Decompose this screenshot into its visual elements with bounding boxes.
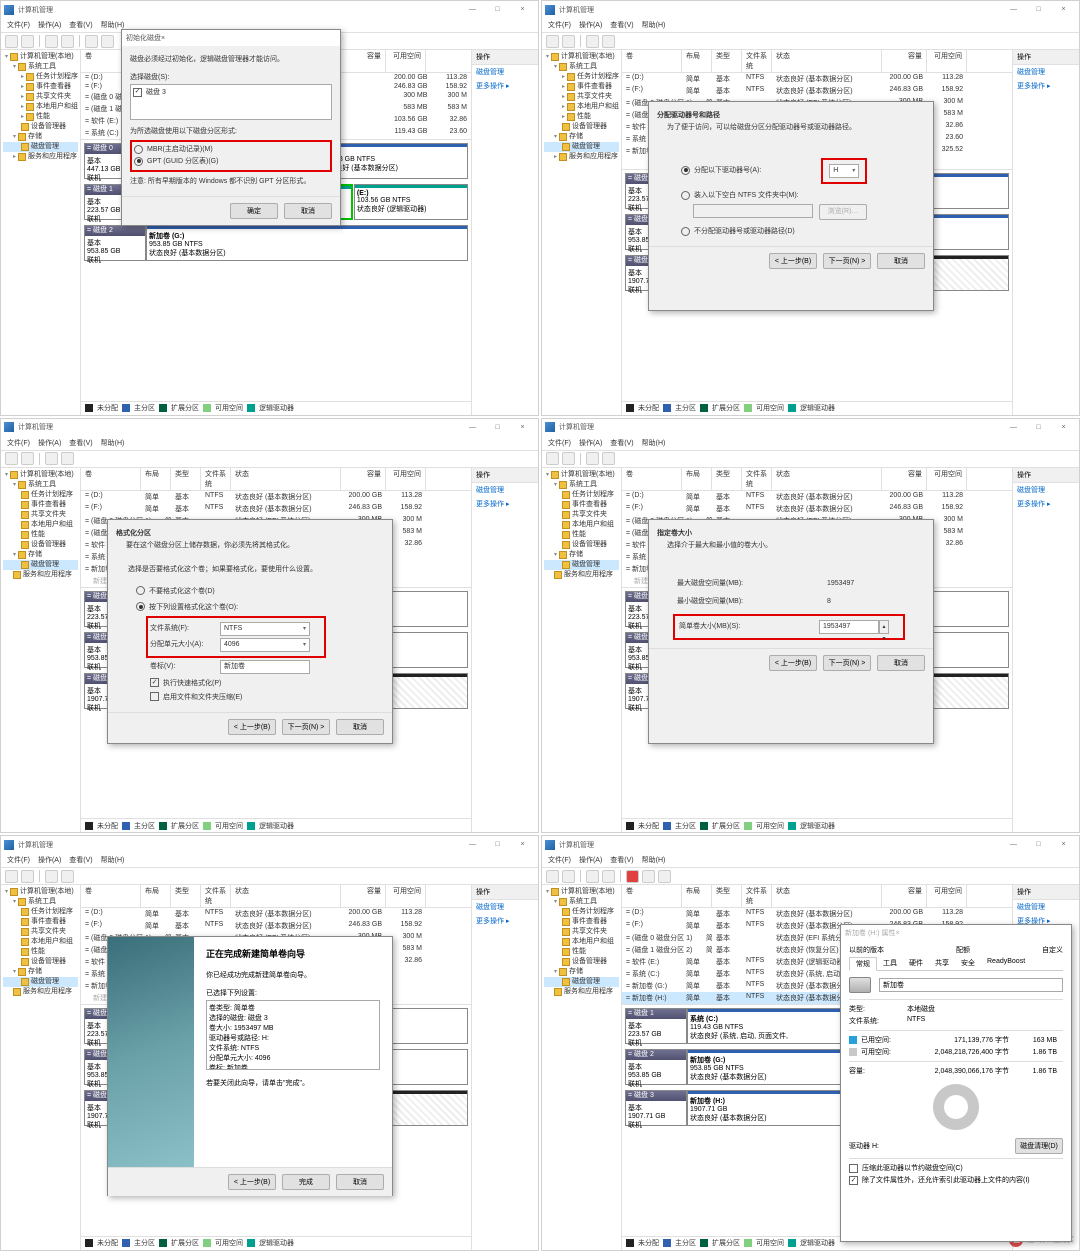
window-title: 计算机管理 xyxy=(18,5,53,15)
drive-icon xyxy=(849,977,871,993)
cancel-button[interactable]: 取消 xyxy=(877,253,925,269)
init-disk-dialog: 初始化磁盘× 磁盘必须经过初始化，逻辑磁盘管理器才能访问。 选择磁盘(S): 磁… xyxy=(121,29,341,226)
action-disk-mgmt[interactable]: 磁盘管理 xyxy=(472,65,538,79)
back-button[interactable]: < 上一步(B) xyxy=(769,253,817,269)
letter-highlight: H xyxy=(821,158,867,184)
cleanup-button[interactable]: 磁盘清理(D) xyxy=(1015,1138,1063,1154)
fs-select[interactable]: NTFS xyxy=(220,622,310,636)
close-icon[interactable]: × xyxy=(161,35,165,42)
tab-readyboost[interactable]: ReadyBoost xyxy=(981,957,1031,970)
volume-name-input[interactable]: 新加卷 xyxy=(879,978,1063,992)
max-button[interactable]: □ xyxy=(485,2,510,17)
partition-style-highlight: MBR(主启动记录)(M) GPT (GUID 分区表)(G) xyxy=(130,140,332,172)
compress-checkbox[interactable]: 启用文件和文件夹压缩(E) xyxy=(150,692,384,704)
radio-mbr[interactable]: MBR(主启动记录)(M) xyxy=(134,144,328,156)
ok-button[interactable]: 确定 xyxy=(230,203,278,219)
tab-quota[interactable]: 配额 xyxy=(956,945,970,955)
tree-disk-management[interactable]: 磁盘管理 xyxy=(3,142,78,152)
tool-b-icon[interactable] xyxy=(101,35,114,48)
radio-no-letter[interactable]: 不分配驱动器号或驱动器路径(D) xyxy=(681,226,925,238)
tool-a-icon[interactable] xyxy=(85,35,98,48)
summary-list[interactable]: 卷类型: 简单卷选择的磁盘: 磁盘 3卷大小: 1953497 MB驱动器号或路… xyxy=(206,1000,380,1070)
spin-up-icon[interactable]: ▲ xyxy=(880,621,888,633)
size-dialog: 指定卷大小 选择介于最大和最小值的卷大小。 最大磁盘空间量(MB):195349… xyxy=(648,519,934,744)
compress-checkbox[interactable]: 压缩此驱动器以节约磁盘空间(C) xyxy=(849,1163,1063,1173)
min-button[interactable]: — xyxy=(460,2,485,17)
completing-dialog: 正在完成新建简单卷向导 你已经成功完成新建简单卷向导。 已选择下列设置: 卷类型… xyxy=(107,936,393,1196)
radio-gpt[interactable]: GPT (GUID 分区表)(G) xyxy=(134,156,328,168)
app-icon xyxy=(4,5,14,15)
folder-input xyxy=(693,204,813,218)
menu-action[interactable]: 操作(A) xyxy=(38,20,61,30)
format-opts-highlight: 文件系统(F):NTFS 分配单元大小(A):4096 xyxy=(146,616,326,658)
pie-chart-icon xyxy=(933,1084,979,1130)
tab-tools[interactable]: 工具 xyxy=(877,957,903,970)
disk3-checkbox[interactable] xyxy=(133,88,142,97)
finish-button[interactable]: 完成 xyxy=(282,1174,330,1190)
close-icon[interactable]: × xyxy=(896,930,900,937)
next-button[interactable]: 下一页(N) > xyxy=(823,253,871,269)
quick-format-checkbox[interactable]: 执行快速格式化(P) xyxy=(150,678,384,690)
nav-tree[interactable]: ▾计算机管理(本地) ▾系统工具 ▸任务计划程序 ▸事件查看器 ▸共享文件夹 ▸… xyxy=(1,50,81,415)
tab-custom[interactable]: 自定义 xyxy=(1042,945,1063,955)
size-input[interactable]: 1953497 xyxy=(819,620,879,634)
cancel-button[interactable]: 取消 xyxy=(336,1174,384,1190)
menu-file[interactable]: 文件(F) xyxy=(7,20,30,30)
tool-help-icon[interactable] xyxy=(61,35,74,48)
browse-button: 浏览(R)… xyxy=(819,204,867,220)
tool-back-icon[interactable] xyxy=(5,35,18,48)
action-more[interactable]: 更多操作 ▸ xyxy=(472,79,538,93)
index-checkbox[interactable]: 除了文件属性外，还允许索引此驱动器上文件的内容(I) xyxy=(849,1175,1063,1185)
size-highlight: 简单卷大小(MB)(S): 1953497 ▲▼ xyxy=(673,614,905,640)
tab-security[interactable]: 安全 xyxy=(955,957,981,970)
cancel-button[interactable]: 取消 xyxy=(284,203,332,219)
close-button[interactable]: × xyxy=(510,2,535,17)
radio-format[interactable]: 按下列设置格式化这个卷(O): xyxy=(136,602,384,614)
radio-no-format[interactable]: 不要格式化这个卷(D) xyxy=(136,586,384,598)
max-size-value: 1953497 xyxy=(827,578,854,590)
spin-down-icon[interactable]: ▼ xyxy=(880,633,888,645)
wizard-banner xyxy=(108,937,194,1167)
tab-general[interactable]: 常规 xyxy=(849,957,877,971)
tab-prev[interactable]: 以前的版本 xyxy=(849,945,884,955)
tool-refresh-icon[interactable] xyxy=(45,35,58,48)
back-button[interactable]: < 上一步(B) xyxy=(228,1174,276,1190)
tool-fwd-icon[interactable] xyxy=(21,35,34,48)
min-size-value: 8 xyxy=(827,596,831,608)
format-dialog: 格式化分区 要在这个磁盘分区上储存数据，你必须先将其格式化。 选择是否要格式化这… xyxy=(107,519,393,744)
tab-hardware[interactable]: 硬件 xyxy=(903,957,929,970)
menu-view[interactable]: 查看(V) xyxy=(69,20,92,30)
radio-mount-folder[interactable]: 装入以下空白 NTFS 文件夹中(M): xyxy=(681,190,925,202)
drive-letter-select[interactable]: H xyxy=(829,164,859,178)
aus-select[interactable]: 4096 xyxy=(220,638,310,652)
drive-letter-dialog: 分配驱动器号和路径 为了便于访问，可以给磁盘分区分配驱动器号或驱动器路径。 分配… xyxy=(648,101,934,311)
tab-share[interactable]: 共享 xyxy=(929,957,955,970)
radio-assign-letter[interactable]: 分配以下驱动器号(A): xyxy=(681,165,761,177)
volume-properties-dialog: 新加卷 (H:) 属性× 以前的版本 配额 自定义 常规 工具 硬件 共享 安全… xyxy=(840,924,1072,1242)
vol-label-input[interactable]: 新加卷 xyxy=(220,660,310,674)
